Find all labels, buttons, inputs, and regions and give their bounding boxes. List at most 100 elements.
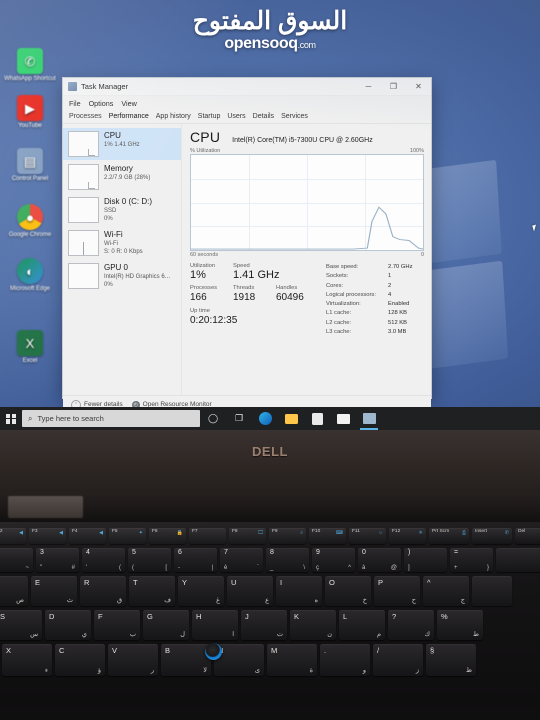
key-k[interactable]: Kن: [290, 610, 336, 640]
key-y[interactable]: Yغ: [178, 576, 224, 606]
desktop-icon-whatsapp[interactable]: ✆ WhatsApp Shortcut: [2, 48, 58, 83]
key-f11[interactable]: F11 ☼: [349, 528, 386, 544]
menu-bar: File Options View: [63, 96, 431, 110]
desktop-icon-chrome[interactable]: ● Google Chrome: [2, 204, 58, 239]
key-backspace[interactable]: [496, 548, 540, 572]
key-insert[interactable]: Insert ✆: [472, 528, 512, 544]
search-input[interactable]: ⌕ Type here to search: [22, 410, 200, 427]
key-d[interactable]: Dي: [45, 610, 91, 640]
key-f4[interactable]: F4 ◀: [69, 528, 106, 544]
menu-item-file[interactable]: File: [69, 99, 81, 108]
key-r[interactable]: Rق: [80, 576, 126, 606]
file-explorer-icon[interactable]: [278, 407, 304, 430]
tab-details[interactable]: Details: [253, 113, 274, 120]
key-f[interactable]: Fب: [94, 610, 140, 640]
task-manager-window[interactable]: Task Manager ─ ❐ ✕ File Options View Pro…: [62, 77, 432, 413]
key-l[interactable]: Lم: [339, 610, 385, 640]
key-g[interactable]: Gل: [143, 610, 189, 640]
key-period[interactable]: .و: [320, 644, 370, 676]
key-delete[interactable]: Del: [515, 528, 540, 544]
key-h[interactable]: Hا: [192, 610, 238, 640]
desktop-icon-control-panel[interactable]: ▤ Control Panel: [2, 148, 58, 183]
key-print-screen[interactable]: Prt Scrn ⎙: [429, 528, 469, 544]
sidebar-item-cpu[interactable]: CPU 1% 1.41 GHz: [63, 128, 181, 160]
desktop-icon-label: Excel: [22, 358, 38, 364]
key-slash[interactable]: / ز: [373, 644, 423, 676]
search-placeholder: Type here to search: [37, 414, 104, 423]
key-6[interactable]: 6- |: [174, 548, 217, 572]
key-b[interactable]: B لا: [161, 644, 211, 676]
key-t[interactable]: Tف: [129, 576, 175, 606]
key-f7[interactable]: F7: [189, 528, 226, 544]
key-f3[interactable]: F3 ◀: [29, 528, 66, 544]
key-3[interactable]: 3 " #: [36, 548, 79, 572]
key-i[interactable]: Iه: [276, 576, 322, 606]
key-2[interactable]: 2é~: [0, 548, 33, 572]
key-section[interactable]: § ظ: [426, 644, 476, 676]
edge-icon[interactable]: [252, 407, 278, 430]
task-view-icon[interactable]: ❐: [226, 407, 252, 430]
key-4[interactable]: 4 '(: [82, 548, 125, 572]
tab-app-history[interactable]: App history: [156, 113, 191, 120]
key-equals[interactable]: = +}: [450, 548, 493, 572]
microsoft-store-icon[interactable]: [304, 407, 330, 430]
spec-row: Virtualization: Enabled: [326, 301, 410, 308]
trackpoint-nub[interactable]: [205, 643, 222, 660]
tab-users[interactable]: Users: [227, 113, 245, 120]
desktop-icon-label: YouTube: [18, 123, 42, 129]
key-w[interactable]: Wص: [0, 576, 28, 606]
maximize-button[interactable]: ❐: [381, 78, 406, 95]
menu-item-options[interactable]: Options: [89, 99, 114, 108]
key-7[interactable]: 7 è `: [220, 548, 263, 572]
task-manager-taskbar-icon[interactable]: [356, 407, 382, 430]
key-m[interactable]: Mة: [267, 644, 317, 676]
key-5[interactable]: 5([: [128, 548, 171, 572]
close-button[interactable]: ✕: [406, 78, 431, 95]
cortana-icon[interactable]: ◯: [200, 407, 226, 430]
tab-services[interactable]: Services: [281, 113, 308, 120]
key-f5[interactable]: F5 ✦: [109, 528, 146, 544]
sidebar-item-disk[interactable]: Disk 0 (C: D:) SSD 0%: [63, 194, 181, 226]
start-button[interactable]: [0, 407, 22, 430]
window-title-bar[interactable]: Task Manager ─ ❐ ✕: [63, 78, 431, 96]
mouse-cursor: [532, 224, 538, 232]
desktop-icon-edge[interactable]: ◐ Microsoft Edge: [2, 258, 58, 293]
key-percent[interactable]: % ط: [437, 610, 483, 640]
key-8[interactable]: 8 _ \: [266, 548, 309, 572]
key-x[interactable]: Xء: [2, 644, 52, 676]
key-question[interactable]: ? ك: [388, 610, 434, 640]
key-f10[interactable]: F10 ⌨: [309, 528, 346, 544]
key-f9[interactable]: F9 ⌕: [269, 528, 306, 544]
key-e[interactable]: Eث: [31, 576, 77, 606]
tab-processes[interactable]: Processes: [69, 113, 102, 120]
desktop-icon-excel[interactable]: X Excel: [2, 330, 58, 365]
key-enter[interactable]: [472, 576, 512, 606]
sidebar-item-sub: Intel(R) HD Graphics 6…: [104, 273, 171, 280]
key-0[interactable]: 0 à @: [358, 548, 401, 572]
key-v[interactable]: Vر: [108, 644, 158, 676]
tab-performance[interactable]: Performance: [109, 113, 149, 120]
mail-icon[interactable]: [330, 407, 356, 430]
key-f8[interactable]: F8 🖵: [229, 528, 266, 544]
key-close-paren[interactable]: )]: [404, 548, 447, 572]
key-s[interactable]: Sس: [0, 610, 42, 640]
key-p[interactable]: Pح: [374, 576, 420, 606]
key-caret[interactable]: ^ ج: [423, 576, 469, 606]
key-j[interactable]: Jت: [241, 610, 287, 640]
tab-startup[interactable]: Startup: [198, 113, 221, 120]
control-panel-icon: ▤: [17, 148, 43, 174]
sidebar-item-gpu[interactable]: GPU 0 Intel(R) HD Graphics 6… 0%: [63, 260, 181, 292]
minimize-button[interactable]: ─: [356, 78, 381, 95]
key-c[interactable]: Cؤ: [55, 644, 105, 676]
key-9[interactable]: 9 ç ^: [312, 548, 355, 572]
key-o[interactable]: Oخ: [325, 576, 371, 606]
sidebar-item-wifi[interactable]: Wi-Fi Wi-Fi S: 0 R: 0 Kbps: [63, 227, 181, 259]
sidebar-item-memory[interactable]: Memory 2.2/7.9 GB (28%): [63, 161, 181, 193]
desktop-icon-youtube[interactable]: ▶ YouTube: [2, 95, 58, 130]
key-f12[interactable]: F12 ☀: [389, 528, 426, 544]
key-f6[interactable]: F6 🔒: [149, 528, 186, 544]
key-u[interactable]: Uع: [227, 576, 273, 606]
spec-row: L1 cache: 128 KB: [326, 310, 408, 317]
key-f2[interactable]: F2◀: [0, 528, 26, 544]
menu-item-view[interactable]: View: [121, 99, 136, 108]
